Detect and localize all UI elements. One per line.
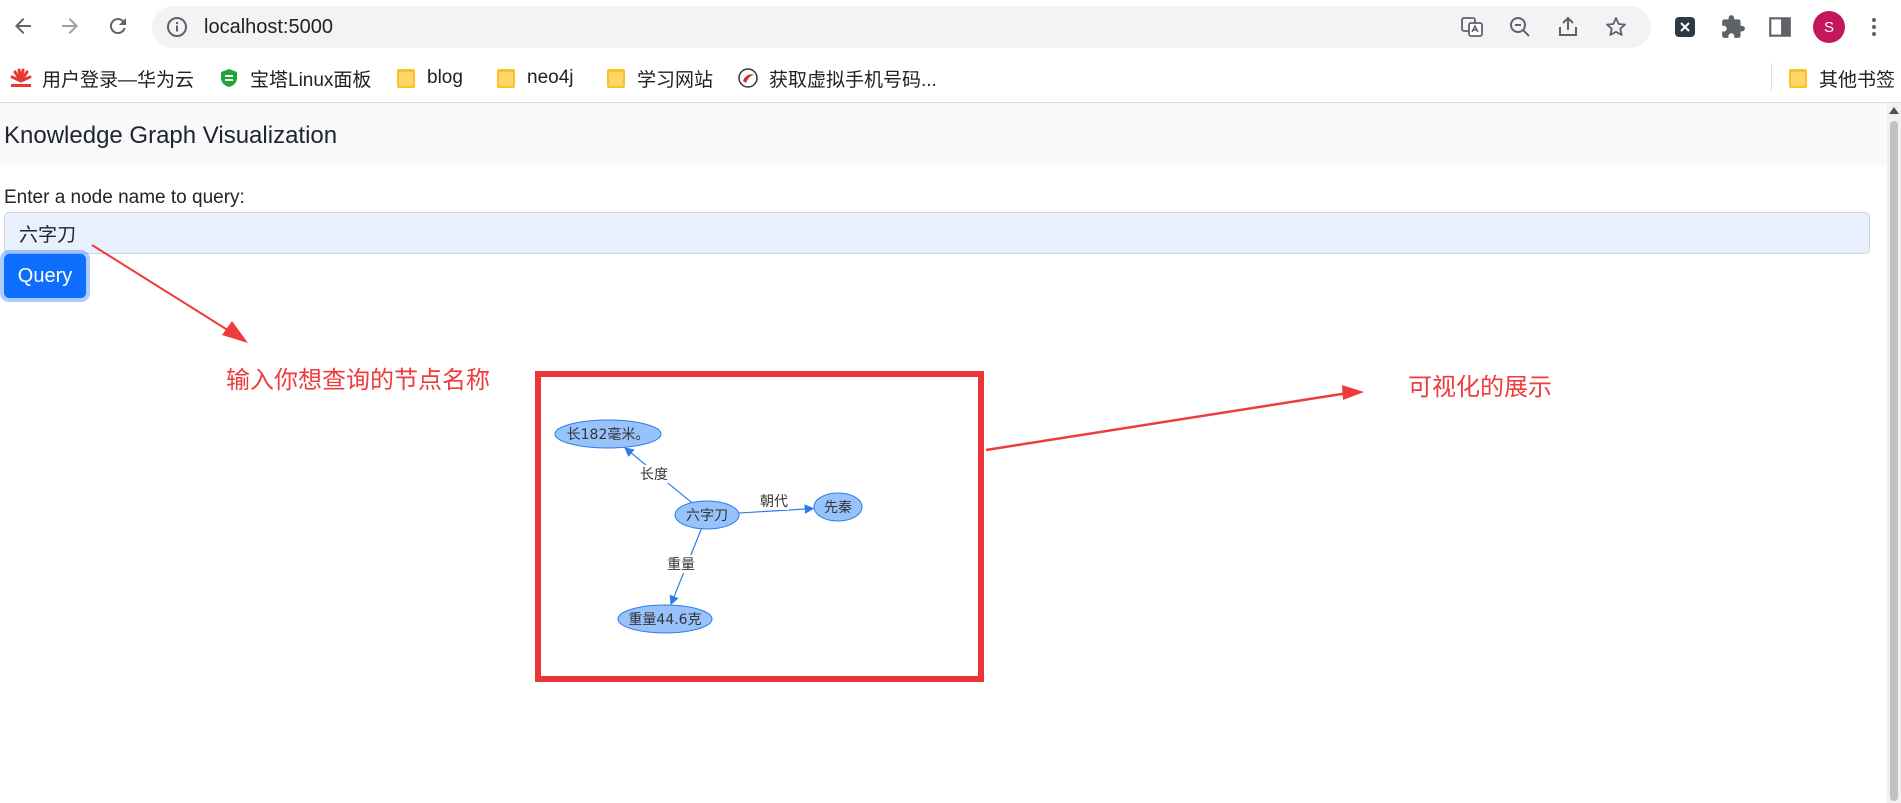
edge-label: 长度	[640, 467, 668, 483]
reload-icon	[109, 18, 126, 35]
side-panel-icon[interactable]	[1767, 14, 1793, 40]
folder-icon	[497, 67, 517, 89]
bookmark-label: 用户登录—华为云	[42, 69, 195, 91]
knowledge-graph[interactable]: 长度朝代重量 六字刀 长182毫米。先秦重量44.6克	[541, 377, 978, 676]
bookmark-label: 宝塔Linux面板	[250, 69, 372, 91]
page-viewport: Knowledge Graph Visualization Enter a no…	[0, 103, 1887, 803]
url-text[interactable]: localhost:5000	[204, 16, 333, 38]
graph-node-label[interactable]: 先秦	[824, 500, 852, 516]
page-scrollbar[interactable]	[1887, 103, 1901, 803]
bookmark-label: blog	[427, 67, 463, 88]
profile-avatar[interactable]: S	[1813, 11, 1845, 43]
huawei-logo-icon	[10, 68, 32, 87]
bookmark-label: neo4j	[527, 67, 574, 88]
translate-icon[interactable]	[1460, 15, 1484, 39]
bookmark-label: 获取虚拟手机号码...	[769, 69, 937, 91]
edge-label: 重量	[667, 557, 695, 573]
bookmark-baota[interactable]: 宝塔Linux面板	[218, 64, 371, 92]
extension-x-icon[interactable]	[1672, 14, 1698, 40]
arrow-to-visual-label	[985, 385, 1364, 452]
folder-icon	[1789, 67, 1809, 89]
site-favicon-icon	[738, 68, 758, 88]
browser-toolbar: localhost:5000 S	[0, 0, 1901, 54]
graph-frame: 长度朝代重量 六字刀 长182毫米。先秦重量44.6克	[535, 371, 984, 682]
more-menu-icon[interactable]	[1862, 15, 1886, 39]
bookmark-virtual-phone[interactable]: 获取虚拟手机号码...	[737, 64, 937, 92]
avatar-letter: S	[1823, 18, 1834, 36]
bookmark-label: 其他书签	[1819, 69, 1896, 91]
scroll-up-arrow-icon[interactable]	[1889, 107, 1899, 114]
graph-node-label[interactable]: 长182毫米。	[567, 426, 650, 443]
bookmark-blog[interactable]: blog	[397, 64, 463, 92]
bookmark-other[interactable]: 其他书签	[1789, 64, 1895, 92]
annotation-graph-hint: 可视化的展示	[1408, 374, 1552, 401]
bookmark-label: 学习网站	[637, 69, 714, 91]
back-arrow-icon	[15, 18, 31, 34]
edge-label: 朝代	[760, 494, 788, 510]
bookmark-separator	[1771, 63, 1772, 91]
baota-shield-icon	[221, 69, 237, 87]
extensions-puzzle-icon[interactable]	[1720, 14, 1746, 40]
graph-node-label[interactable]: 重量44.6克	[628, 612, 701, 628]
arrow-to-input	[91, 244, 248, 343]
folder-icon	[397, 67, 417, 89]
folder-icon	[607, 67, 627, 89]
bookmarks-bar: 用户登录—华为云 宝塔Linux面板 blog neo4j 学习网站 获取虚拟手…	[0, 54, 1901, 103]
annotation-input-hint: 输入你想查询的节点名称	[226, 367, 490, 394]
graph-node-label[interactable]: 六字刀	[686, 508, 728, 524]
bookmark-study-sites[interactable]: 学习网站	[607, 64, 713, 92]
graph-nodes: 六字刀 长182毫米。先秦重量44.6克	[554, 419, 863, 634]
reload-button[interactable]	[101, 9, 135, 43]
scroll-thumb[interactable]	[1890, 121, 1898, 801]
share-icon[interactable]	[1556, 15, 1580, 39]
bookmark-neo4j[interactable]: neo4j	[497, 64, 574, 92]
site-info-icon[interactable]	[166, 16, 188, 38]
zoom-out-icon[interactable]	[1508, 15, 1532, 39]
forward-button[interactable]	[53, 9, 87, 43]
bookmark-star-icon[interactable]	[1604, 15, 1628, 39]
address-bar[interactable]: localhost:5000	[152, 6, 1651, 48]
back-button[interactable]	[6, 9, 40, 43]
bookmark-huawei[interactable]: 用户登录—华为云	[10, 64, 194, 92]
forward-arrow-icon	[62, 18, 78, 34]
